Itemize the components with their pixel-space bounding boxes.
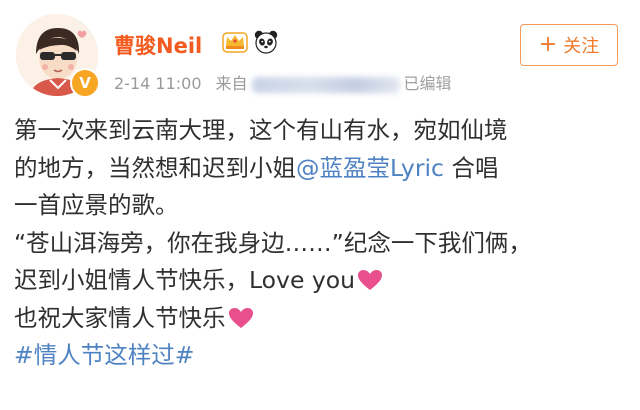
plus-icon: + <box>538 32 558 57</box>
panda-icon[interactable] <box>253 29 279 55</box>
post-line-5: 迟到小姐情人节快乐，Love you <box>14 262 626 300</box>
post-line-6: 也祝大家情人节快乐 <box>14 300 626 338</box>
follow-label: 关注 <box>563 36 600 57</box>
source-app-blurred <box>251 76 400 93</box>
post-line-2-text: 的地方，当然想和迟到小姐 <box>14 153 296 182</box>
post-meta: 2-14 11:00 来自 已编辑 <box>114 70 452 94</box>
post-line-3: 一首应景的歌。 <box>14 191 179 219</box>
weibo-post: V 曹骏Neil 2-14 11:00 来自 已编辑 + 关注 第一次来到云南大理，… <box>0 0 640 410</box>
post-line-6-text: 也祝大家情人节快乐 <box>14 303 226 332</box>
heart-icon <box>358 270 383 290</box>
hashtag-link[interactable]: #情人节这样过# <box>14 341 194 369</box>
post-time[interactable]: 2-14 11:00 <box>114 74 202 93</box>
post-line-4: “苍山洱海旁，你在我身边……”纪念一下我们俩， <box>14 228 532 257</box>
post-line-1: 第一次来到云南大理，这个有山有水，宛如仙境 <box>14 116 508 144</box>
post-content: 第一次来到云南大理，这个有山有水，宛如仙境 的地方，当然想和迟到小姐@蓝盈莹Ly… <box>14 112 626 375</box>
edited-label[interactable]: 已编辑 <box>404 74 452 93</box>
heart-icon <box>228 307 253 328</box>
username[interactable]: 曹骏Neil <box>114 30 202 60</box>
verified-badge-icon: V <box>70 68 100 98</box>
source-prefix: 来自 <box>215 74 248 93</box>
post-line-5-text: 迟到小姐情人节快乐，Love you <box>14 266 356 294</box>
post-line-2-tail: 合唱 <box>443 153 499 182</box>
mention-link[interactable]: @蓝盈莹Lyric <box>296 154 444 182</box>
post-line-2: 的地方，当然想和迟到小姐@蓝盈莹Lyric 合唱 <box>14 150 626 188</box>
crown-icon[interactable] <box>222 30 248 54</box>
follow-button[interactable]: + 关注 <box>520 24 618 66</box>
post-line-7: #情人节这样过# <box>14 337 626 375</box>
